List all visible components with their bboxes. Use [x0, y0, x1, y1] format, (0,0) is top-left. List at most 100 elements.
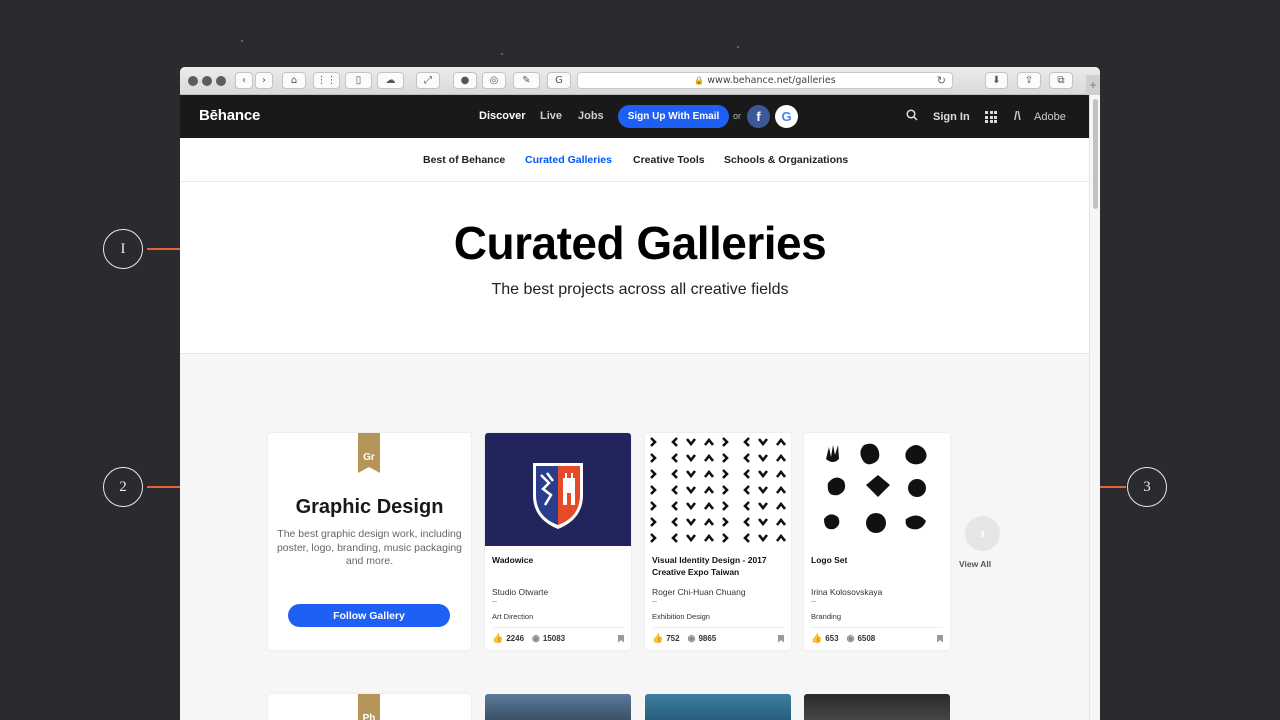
bookmark-icon[interactable] — [778, 634, 784, 643]
project-stats: 👍 653 ◉ 6508 — [811, 627, 943, 644]
likes-count: 2246 — [506, 634, 525, 643]
nav-live[interactable]: Live — [540, 110, 562, 122]
project-field[interactable]: Branding — [811, 612, 841, 621]
reload-icon[interactable]: ↻ — [937, 74, 946, 87]
new-tab-button[interactable]: + — [1086, 75, 1100, 95]
gallery-title[interactable]: Graphic Design — [268, 496, 471, 519]
chevron-pattern-image — [650, 437, 787, 543]
project-cover-wadowice[interactable] — [485, 433, 631, 546]
project-cover-logo-set[interactable] — [804, 433, 950, 546]
bookmark-icon[interactable] — [937, 634, 943, 643]
next-gallery-intro-card: Ph — [268, 694, 471, 720]
download-icon[interactable]: ⬇ — [985, 72, 1008, 89]
nav-discover[interactable]: Discover — [479, 110, 525, 122]
subnav-schools-organizations[interactable]: Schools & Organizations — [724, 154, 848, 166]
search-icon[interactable] — [906, 109, 918, 121]
follow-gallery-button[interactable]: Follow Gallery — [288, 604, 450, 627]
top-sites-icon[interactable]: ⋮⋮ — [313, 72, 340, 89]
signup-email-button[interactable]: Sign Up With Email — [618, 105, 729, 128]
browser-toolbar: ‹ › ⌂ ⋮⋮ ▯ ☁ ⤢ ● ◎ ✎ G 🔒 www.behance.net… — [180, 67, 1100, 95]
share-icon[interactable]: ⇪ — [1017, 72, 1041, 89]
fullscreen-icon[interactable]: ⤢ — [416, 72, 440, 89]
views-icon: ◉ — [846, 633, 855, 643]
browser-window: ‹ › ⌂ ⋮⋮ ▯ ☁ ⤢ ● ◎ ✎ G 🔒 www.behance.net… — [180, 67, 1100, 720]
logo-set-image — [824, 443, 927, 533]
view-all-link[interactable]: View All — [959, 559, 991, 569]
next-project-cover[interactable] — [485, 694, 631, 720]
gallery-badge: Gr — [358, 433, 380, 473]
sub-navigation: Best of Behance Curated Galleries Creati… — [180, 138, 1100, 182]
project-stats: 👍 2246 ◉ 15083 — [492, 627, 624, 644]
project-stats: 👍 752 ◉ 9865 — [652, 627, 784, 644]
extension-grammarly-icon[interactable]: G — [547, 72, 571, 89]
gallery-badge: Ph — [358, 694, 380, 720]
project-owner[interactable]: Irina Kolosovskaya — [811, 587, 882, 597]
views-icon: ◉ — [687, 633, 696, 643]
nav-jobs[interactable]: Jobs — [578, 110, 604, 122]
gallery-intro-card: Gr Graphic Design The best graphic desig… — [268, 433, 471, 650]
bookmark-icon[interactable] — [618, 634, 624, 643]
likes-count: 752 — [666, 634, 680, 643]
gallery-row: Gr Graphic Design The best graphic desig… — [180, 354, 1100, 720]
url-text: www.behance.net/galleries — [707, 75, 836, 86]
appreciate-icon: 👍 — [492, 633, 504, 643]
behance-logo[interactable]: Bēhance — [199, 107, 260, 124]
divider — [492, 601, 497, 602]
callout-3: 3 — [1127, 467, 1167, 507]
zoom-window-button[interactable] — [216, 76, 226, 86]
wadowice-crest-image — [533, 463, 583, 529]
star-dot — [737, 46, 739, 48]
likes-count: 653 — [825, 634, 839, 643]
project-card[interactable]: Logo Set Irina Kolosovskaya Branding 👍 6… — [804, 433, 950, 650]
views-count: 6508 — [857, 634, 876, 643]
extension-drop-icon[interactable]: ● — [453, 72, 477, 89]
appreciate-icon: 👍 — [652, 633, 664, 643]
chevron-right-icon[interactable]: › — [965, 516, 1000, 551]
views-icon: ◉ — [532, 633, 540, 643]
scrollbar-thumb[interactable] — [1093, 99, 1098, 209]
extension-pin-icon[interactable]: ✎ — [513, 72, 540, 89]
project-title[interactable]: Logo Set — [811, 554, 943, 566]
project-field[interactable]: Exhibition Design — [652, 612, 710, 621]
next-project-cover[interactable] — [645, 694, 791, 720]
project-card[interactable]: Wadowice Studio Otwarte Art Direction 👍 … — [485, 433, 631, 650]
project-card[interactable]: Visual Identity Design - 2017 Creative E… — [645, 433, 791, 650]
google-signin-icon[interactable]: G — [775, 105, 798, 128]
next-project-cover[interactable] — [804, 694, 950, 720]
callout-1: I — [103, 229, 143, 269]
adobe-logo-icon[interactable]: /\ — [1014, 109, 1021, 123]
facebook-signin-icon[interactable]: f — [747, 105, 770, 128]
page-subtitle: The best projects across all creative fi… — [491, 281, 789, 298]
address-bar[interactable]: 🔒 www.behance.net/galleries ↻ — [577, 72, 953, 89]
extension-password-icon[interactable]: ◎ — [482, 72, 506, 89]
star-dot — [241, 40, 243, 42]
hero-section: Curated Galleries The best projects acro… — [180, 182, 1100, 354]
project-cover-creative-expo[interactable] — [645, 433, 791, 546]
behance-top-nav: Bēhance Discover Live Jobs Sign Up With … — [180, 95, 1100, 138]
lock-icon: 🔒 — [694, 76, 705, 85]
scrollbar[interactable] — [1089, 95, 1100, 720]
subnav-best-of-behance[interactable]: Best of Behance — [423, 154, 505, 166]
project-field[interactable]: Art Direction — [492, 612, 533, 621]
apps-grid-icon[interactable] — [985, 111, 997, 123]
callout-2: 2 — [103, 467, 143, 507]
back-icon[interactable]: ‹ — [235, 72, 253, 89]
divider — [811, 601, 816, 602]
icloud-icon[interactable]: ☁ — [377, 72, 404, 89]
tabs-overview-icon[interactable]: ⧉ — [1049, 72, 1073, 89]
project-owner[interactable]: Studio Otwarte — [492, 587, 548, 597]
home-icon[interactable]: ⌂ — [282, 72, 306, 89]
project-title[interactable]: Wadowice — [492, 554, 624, 566]
project-title[interactable]: Visual Identity Design - 2017 Creative E… — [652, 554, 784, 578]
minimize-window-button[interactable] — [202, 76, 212, 86]
sign-in-link[interactable]: Sign In — [933, 111, 970, 123]
forward-icon[interactable]: › — [255, 72, 273, 89]
subnav-creative-tools[interactable]: Creative Tools — [633, 154, 705, 166]
subnav-curated-galleries[interactable]: Curated Galleries — [525, 154, 612, 166]
gallery-description: The best graphic design work, including … — [276, 528, 463, 567]
views-count: 9865 — [698, 634, 717, 643]
sidebar-icon[interactable]: ▯ — [345, 72, 372, 89]
adobe-link[interactable]: Adobe — [1034, 111, 1066, 123]
close-window-button[interactable] — [188, 76, 198, 86]
project-owner[interactable]: Roger Chi-Huan Chuang — [652, 587, 746, 597]
